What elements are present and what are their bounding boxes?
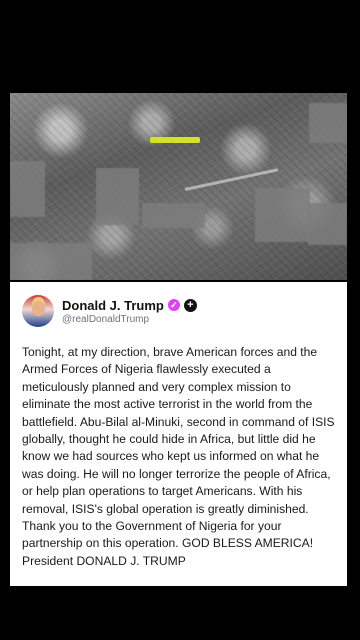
aerial-video-frame[interactable] [10, 93, 347, 280]
tweet-card: Donald J. Trump ✓ + @realDonaldTrump Ton… [10, 282, 347, 586]
blurred-region [142, 203, 205, 228]
blurred-region [255, 188, 310, 242]
blurred-region [309, 103, 347, 143]
avatar[interactable] [22, 295, 54, 327]
blurred-region [10, 243, 92, 280]
tweet-header: Donald J. Trump ✓ + @realDonaldTrump [22, 290, 337, 332]
display-name[interactable]: Donald J. Trump [62, 298, 164, 313]
verified-badge-icon: ✓ [167, 299, 180, 311]
handle[interactable]: @realDonaldTrump [62, 314, 197, 325]
tweet-text: Tonight, at my direction, brave American… [22, 345, 335, 568]
name-row: Donald J. Trump ✓ + [62, 298, 197, 313]
name-block: Donald J. Trump ✓ + @realDonaldTrump [62, 298, 197, 325]
blurred-region [96, 168, 139, 225]
target-marker [150, 137, 200, 143]
blurred-region [308, 203, 347, 245]
add-follow-icon[interactable]: + [183, 298, 197, 312]
blurred-region [10, 161, 45, 217]
